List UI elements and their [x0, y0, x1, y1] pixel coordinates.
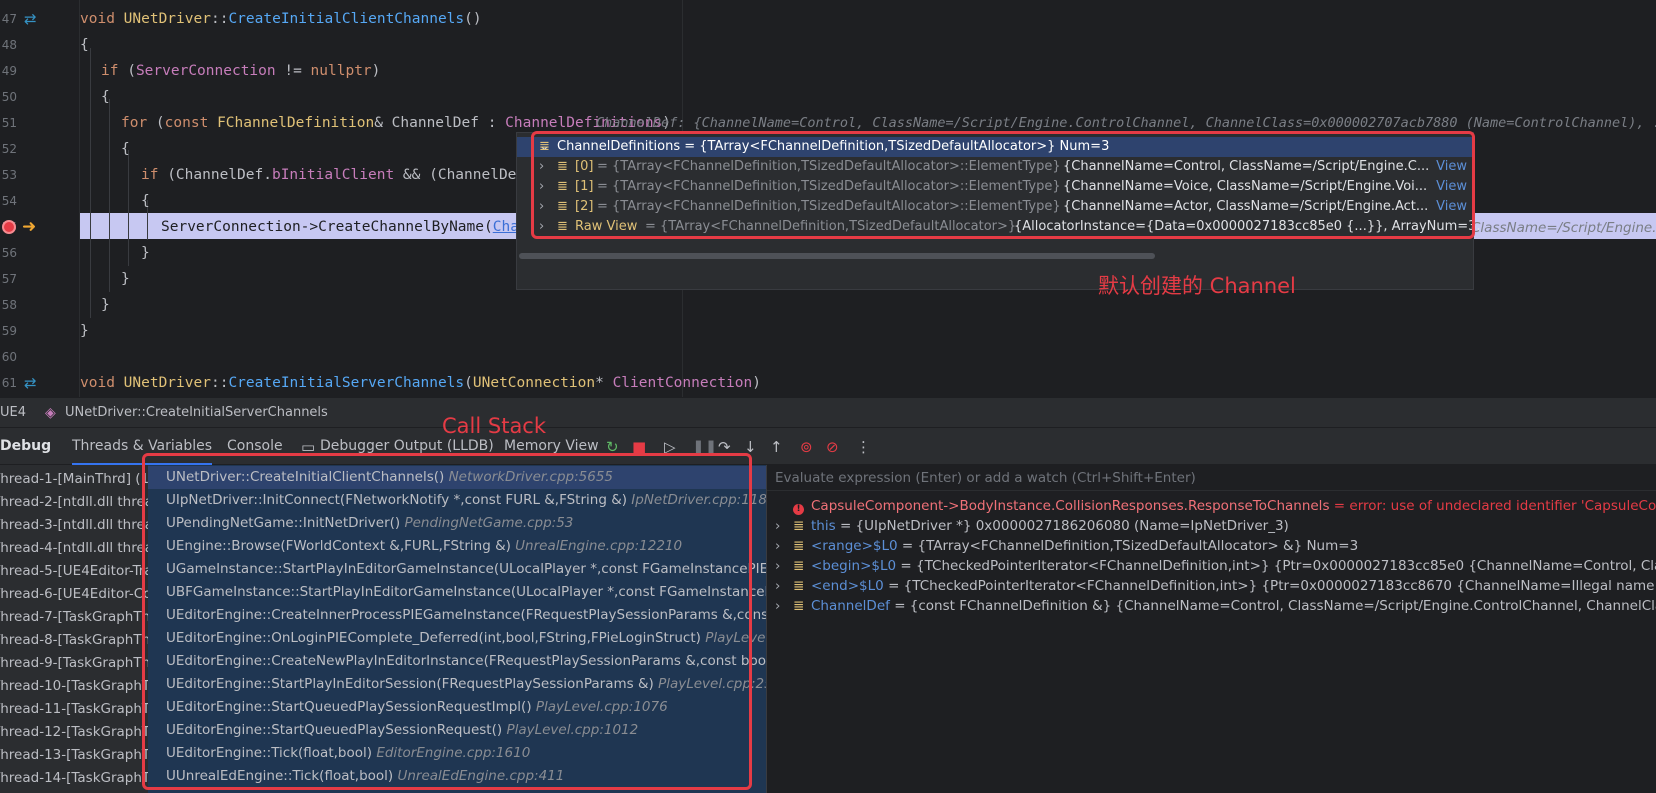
list-icon: ≣ — [793, 578, 805, 594]
chevron-right-icon[interactable]: › — [775, 516, 780, 536]
variable-value: = {TArray<FChannelDefinition,TSizedDefau… — [901, 538, 1359, 554]
chevron-right-icon[interactable]: › — [775, 556, 780, 576]
annotation-box-channels — [531, 131, 1475, 239]
list-icon: ≣ — [793, 558, 805, 574]
code-text: } — [80, 323, 89, 339]
watch-error-message: = error: use of undeclared identifier 'C… — [1333, 498, 1656, 514]
breadcrumb-project[interactable]: UE4 — [0, 398, 26, 428]
chevron-right-icon[interactable]: › — [775, 596, 780, 616]
cube-icon: ◈ — [45, 405, 56, 421]
horizontal-scrollbar[interactable] — [519, 253, 1155, 259]
line-number: 47 — [1, 12, 17, 26]
line-number: 49 — [1, 64, 17, 78]
line-number: 50 — [1, 90, 17, 104]
variable-name: this — [811, 518, 836, 534]
thread-item[interactable]: Thread-3-[ntdll.dll thread — [0, 514, 148, 537]
variable-name: <begin>$L0 — [811, 558, 897, 574]
line-number: 58 — [1, 298, 17, 312]
code-line[interactable]: 58 } — [0, 292, 1656, 318]
breadcrumb-function[interactable]: UNetDriver::CreateInitialServerChannels — [65, 398, 328, 428]
variable-name: <end>$L0 — [811, 578, 884, 594]
implementation-arrows-icon[interactable]: ⇄ — [24, 6, 37, 32]
thread-item[interactable]: Thread-2-[ntdll.dll thread — [0, 491, 148, 514]
mute-breakpoints-icon[interactable]: ⊘ — [826, 438, 839, 456]
line-number: 61 — [1, 376, 17, 390]
line-number: 56 — [1, 246, 17, 260]
code-editor[interactable]: 47 ⇄ void UNetDriver::CreateInitialClien… — [0, 0, 1656, 397]
code-text: } — [101, 297, 110, 313]
code-text: if (ServerConnection != nullptr) — [101, 63, 381, 79]
code-text: } — [121, 271, 130, 287]
variable-value: = {TCheckedPointerIterator<FChannelDefin… — [888, 578, 1656, 594]
code-line[interactable]: 50 { — [0, 84, 1656, 110]
debug-title: Debug — [0, 438, 52, 454]
line-number: 48 — [1, 38, 17, 52]
thread-item[interactable]: Thread-9-[TaskGraphThre — [0, 652, 148, 675]
thread-item[interactable]: Thread-8-[TaskGraphThre — [0, 629, 148, 652]
thread-item[interactable]: Thread-4-[ntdll.dll thread — [0, 537, 148, 560]
line-number: 57 — [1, 272, 17, 286]
thread-item[interactable]: Thread-10-[TaskGraphThr — [0, 675, 148, 698]
variable-value: = {const FChannelDefinition &} {ChannelN… — [894, 598, 1656, 614]
variable-value: = {TCheckedPointerIterator<FChannelDefin… — [900, 558, 1656, 574]
code-line[interactable]: 48 { — [0, 32, 1656, 58]
threads-list[interactable]: Thread-1-[MainThrd] (105 Thread-2-[ntdll… — [0, 465, 148, 793]
code-text: { — [121, 141, 130, 157]
code-text: void UNetDriver::CreateInitialClientChan… — [80, 11, 482, 27]
view-breakpoints-icon[interactable]: ⊚ — [800, 438, 813, 456]
variables-panel[interactable]: Evaluate expression (Enter) or add a wat… — [767, 465, 1656, 793]
error-icon: ! — [793, 497, 804, 517]
line-number: 54 — [1, 194, 17, 208]
variable-name: ChannelDef — [811, 598, 890, 614]
line-number: 52 — [1, 142, 17, 156]
thread-item[interactable]: Thread-7-[TaskGraphThre — [0, 606, 148, 629]
code-text: { — [141, 193, 150, 209]
line-number: 53 — [1, 168, 17, 182]
implementation-arrows-icon[interactable]: ⇄ — [24, 370, 37, 396]
annotation-call-stack-label: Call Stack — [442, 414, 547, 438]
line-number: 59 — [1, 324, 17, 338]
variable-name: <range>$L0 — [811, 538, 898, 554]
step-out-icon[interactable]: ↑ — [770, 438, 783, 456]
chevron-right-icon[interactable]: › — [775, 576, 780, 596]
line-number: 60 — [1, 350, 17, 364]
variable-value: = {UIpNetDriver *} 0x0000027186206080 (N… — [839, 518, 1289, 534]
watch-expression: CapsuleComponent->BodyInstance.Collision… — [811, 498, 1330, 514]
thread-item[interactable]: Thread-1-[MainThrd] (105 — [0, 468, 148, 491]
breadcrumb: UE4 ◈ UNetDriver::CreateInitialServerCha… — [0, 397, 1656, 428]
breakpoint-icon[interactable] — [2, 220, 16, 234]
thread-item[interactable]: Thread-5-[UE4Editor-Trac — [0, 560, 148, 583]
code-text: if (ChannelDef.bInitialClient && (Channe… — [141, 167, 578, 183]
overflow-text: ClassName=/Script/Engine. — [1471, 220, 1656, 236]
code-line[interactable]: 60 — [0, 344, 1656, 370]
code-line[interactable]: 61 ⇄ void UNetDriver::CreateInitialServe… — [0, 370, 1656, 396]
thread-item[interactable]: Thread-6-[UE4Editor-Cor — [0, 583, 148, 606]
thread-item[interactable]: Thread-13-[TaskGraphThr — [0, 744, 148, 767]
list-icon: ≣ — [793, 538, 805, 554]
thread-item[interactable]: Thread-11-[TaskGraphThr — [0, 698, 148, 721]
evaluate-expression-input[interactable]: Evaluate expression (Enter) or add a wat… — [767, 465, 1656, 491]
line-number: 51 — [1, 116, 17, 130]
thread-item[interactable]: Thread-14-[TaskGraphThr — [0, 767, 148, 790]
annotation-channel-label: 默认创建的 Channel — [1098, 274, 1296, 298]
code-line[interactable]: 47 ⇄ void UNetDriver::CreateInitialClien… — [0, 6, 1656, 32]
list-icon: ≣ — [793, 518, 805, 534]
code-text: ServerConnection->CreateChannelByName(Ch… — [161, 219, 537, 235]
code-line[interactable]: 49 if (ServerConnection != nullptr) — [0, 58, 1656, 84]
code-text: } — [141, 245, 150, 261]
code-text: { — [101, 89, 110, 105]
code-text: { — [80, 37, 89, 53]
more-options-icon[interactable]: ⋮ — [856, 438, 871, 456]
annotation-box-call-stack — [142, 453, 752, 790]
execution-arrow-icon: ➜ — [22, 217, 37, 237]
code-text: void UNetDriver::CreateInitialServerChan… — [80, 375, 761, 391]
list-icon: ≣ — [793, 598, 805, 614]
code-line[interactable]: 59 } — [0, 318, 1656, 344]
thread-item[interactable]: Thread-12-[TaskGraphThr — [0, 721, 148, 744]
chevron-right-icon[interactable]: › — [775, 536, 780, 556]
